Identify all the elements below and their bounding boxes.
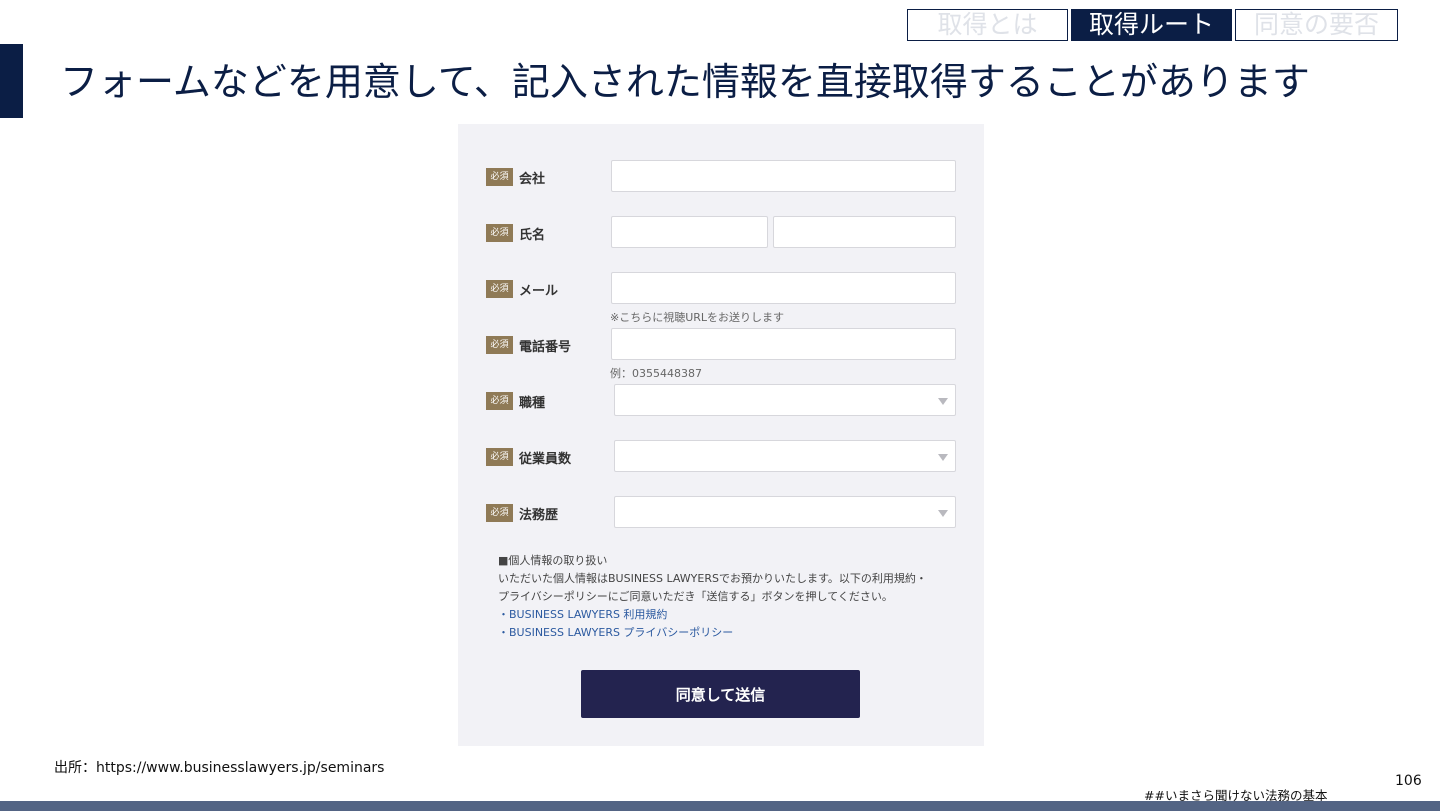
privacy-text-line2: プライバシーポリシーにご同意いただき「送信する」ボタンを押してください。	[498, 590, 893, 603]
privacy-text-line1: いただいた個人情報はBUSINESS LAWYERSでお預かりいたします。以下の…	[498, 572, 927, 585]
employees-select[interactable]	[614, 440, 956, 472]
agree-submit-button[interactable]: 同意して送信	[581, 670, 860, 718]
privacy-notice: ■個人情報の取り扱い いただいた個人情報はBUSINESS LAWYERSでお預…	[498, 552, 927, 642]
employees-label: 従業員数	[519, 452, 572, 467]
company-label: 会社	[519, 172, 546, 187]
last-name-input[interactable]	[611, 216, 768, 248]
legal-experience-label: 法務歴	[519, 508, 559, 523]
form-screenshot: 必須 会社 必須 氏名 必須 メール ※こちらに視聴URLをお送りします 必須 …	[458, 124, 984, 746]
company-input[interactable]	[611, 160, 956, 192]
source-citation: 出所：https://www.businesslawyers.jp/semina…	[54, 760, 385, 776]
terms-link[interactable]: ・BUSINESS LAWYERS 利用規約	[498, 606, 927, 624]
phone-input[interactable]	[611, 328, 956, 360]
required-badge: 必須	[486, 448, 513, 466]
job-type-label: 職種	[519, 396, 546, 411]
tab-consent-requirement[interactable]: 同意の要否	[1235, 9, 1398, 41]
legal-experience-select[interactable]	[614, 496, 956, 528]
privacy-heading: ■個人情報の取り扱い	[498, 554, 608, 567]
job-type-select[interactable]	[614, 384, 956, 416]
first-name-input[interactable]	[773, 216, 956, 248]
required-badge: 必須	[486, 392, 513, 410]
email-label: メール	[519, 284, 559, 299]
slide-title: フォームなどを用意して、記入された情報を直接取得することがあります	[60, 60, 1310, 104]
required-badge: 必須	[486, 336, 513, 354]
privacy-policy-link[interactable]: ・BUSINESS LAWYERS プライバシーポリシー	[498, 624, 927, 642]
email-hint: ※こちらに視聴URLをお送りします	[610, 311, 785, 324]
required-badge: 必須	[486, 280, 513, 298]
phone-label: 電話番号	[519, 340, 572, 355]
chevron-down-icon	[938, 454, 948, 461]
tab-acquisition-overview[interactable]: 取得とは	[907, 9, 1068, 41]
section-nav: 取得とは 取得ルート 同意の要否	[907, 9, 1398, 41]
required-badge: 必須	[486, 504, 513, 522]
bottom-bar	[0, 801, 1440, 811]
chevron-down-icon	[938, 398, 948, 405]
email-input[interactable]	[611, 272, 956, 304]
title-accent-bar	[0, 44, 23, 118]
required-badge: 必須	[486, 168, 513, 186]
phone-hint: 例：0355448387	[610, 367, 702, 380]
tab-acquisition-route[interactable]: 取得ルート	[1071, 9, 1232, 41]
required-badge: 必須	[486, 224, 513, 242]
name-label: 氏名	[519, 228, 546, 243]
page-number: 106	[1395, 773, 1422, 789]
chevron-down-icon	[938, 510, 948, 517]
